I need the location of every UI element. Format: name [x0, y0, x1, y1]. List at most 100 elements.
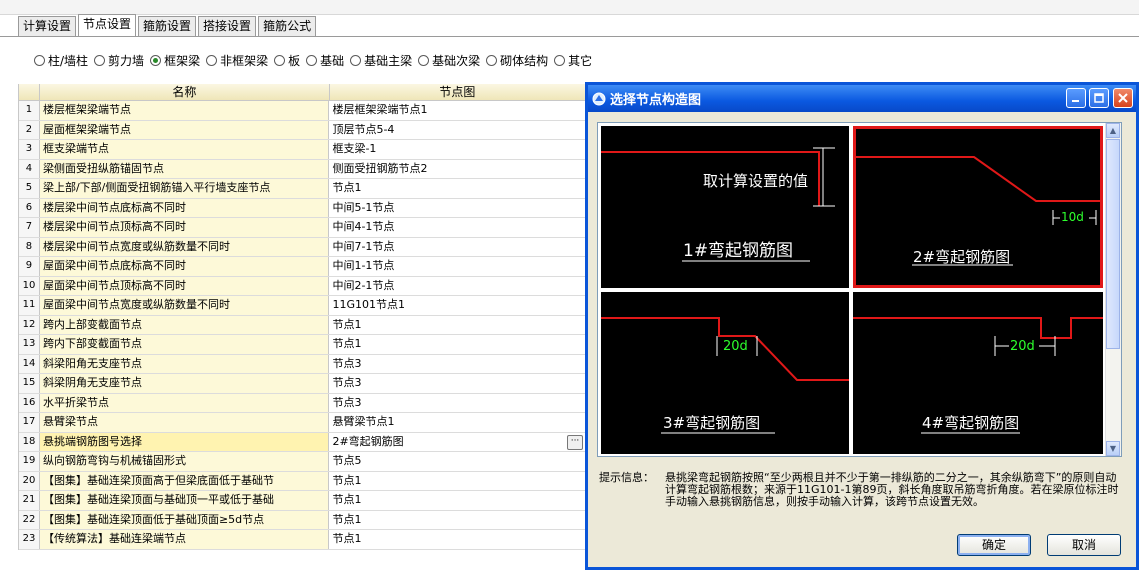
table-row[interactable]: 5 梁上部/下部/侧面受扭钢筋锚入平行墙支座节点 节点1: [19, 179, 585, 199]
scroll-up-arrow-icon[interactable]: ▲: [1106, 123, 1120, 138]
scrollbar-thumb[interactable]: [1106, 139, 1120, 349]
table-row[interactable]: 7 楼层梁中间节点顶标高不同时 中间4-1节点: [19, 218, 585, 238]
table-row[interactable]: 17 悬臂梁节点 悬臂梁节点1: [19, 413, 585, 433]
row-index: 11: [19, 296, 40, 315]
table-row[interactable]: 11 屋面梁中间节点宽度或纵筋数量不同时 11G101节点1: [19, 296, 585, 316]
cancel-button[interactable]: 取消: [1047, 534, 1121, 556]
row-index: 8: [19, 237, 40, 256]
row-node-diagram-cell[interactable]: 节点3: [329, 355, 585, 374]
row-node-diagram-cell[interactable]: 节点1: [329, 491, 585, 510]
gallery-scrollbar[interactable]: ▲ ▼: [1105, 123, 1121, 456]
diagram-2-annotation: 10d: [1061, 210, 1084, 224]
radio-foundation-secondary-beam[interactable]: 基础次梁: [418, 52, 480, 69]
row-node-diagram-value: 中间1-1节点: [332, 259, 395, 272]
row-node-diagram-cell[interactable]: 节点1: [329, 472, 585, 491]
radio-circle: [350, 55, 362, 66]
diagram-cell-4[interactable]: 20d 4#弯起钢筋图: [853, 292, 1103, 454]
radio-column[interactable]: 柱/墙柱: [34, 52, 88, 69]
table-row[interactable]: 15 斜梁阴角无支座节点 节点3: [19, 374, 585, 394]
dialog-titlebar[interactable]: 选择节点构造图: [588, 85, 1136, 112]
diagram-1-annotation: 取计算设置的值: [703, 172, 809, 190]
row-name-cell: 楼层梁中间节点宽度或纵筋数量不同时: [39, 237, 330, 256]
table-row[interactable]: 3 框支梁端节点 框支梁-1: [19, 140, 585, 160]
row-node-diagram-value: 楼层框架梁端节点1: [332, 103, 428, 116]
row-node-diagram-cell[interactable]: 框支梁-1: [329, 140, 585, 159]
table-row[interactable]: 22 【图集】基础连梁顶面低于基础顶面≥5d节点 节点1: [19, 510, 585, 530]
row-node-diagram-cell[interactable]: 顶层节点5-4: [329, 121, 585, 140]
diagram-gallery: 取计算设置的值 1#弯起钢筋图 10d 2#弯起钢筋图 20d 3#弯起钢筋图 …: [597, 122, 1122, 457]
scroll-down-arrow-icon[interactable]: ▼: [1106, 441, 1120, 456]
ellipsis-button[interactable]: ···: [567, 434, 583, 450]
table-row[interactable]: 9 屋面梁中间节点底标高不同时 中间1-1节点: [19, 257, 585, 277]
radio-frame-beam[interactable]: 框架梁: [150, 52, 200, 69]
table-row[interactable]: 1 楼层框架梁端节点 楼层框架梁端节点1: [19, 101, 585, 121]
row-node-diagram-cell[interactable]: 2#弯起钢筋图 ···: [329, 433, 585, 452]
row-name-cell: 【图集】基础连梁顶面与基础顶一平或低于基础: [39, 491, 330, 510]
radio-foundation-main-beam[interactable]: 基础主梁: [350, 52, 412, 69]
diagram-4-caption: 4#弯起钢筋图: [922, 414, 1020, 432]
row-index: 6: [19, 198, 40, 217]
table-row[interactable]: 18 悬挑端钢筋图号选择 2#弯起钢筋图 ···: [19, 432, 585, 452]
radio-foundation[interactable]: 基础: [306, 52, 344, 69]
table-row[interactable]: 8 楼层梁中间节点宽度或纵筋数量不同时 中间7-1节点: [19, 237, 585, 257]
table-row[interactable]: 10 屋面梁中间节点顶标高不同时 中间2-1节点: [19, 276, 585, 296]
minimize-button[interactable]: [1066, 88, 1086, 108]
row-node-diagram-cell[interactable]: 11G101节点1: [329, 296, 585, 315]
diagram-cell-1[interactable]: 取计算设置的值 1#弯起钢筋图: [601, 126, 849, 288]
row-node-diagram-cell[interactable]: 中间7-1节点: [329, 238, 585, 257]
row-node-diagram-cell[interactable]: 中间2-1节点: [329, 277, 585, 296]
table-row[interactable]: 2 屋面框架梁端节点 顶层节点5-4: [19, 120, 585, 140]
table-row[interactable]: 21 【图集】基础连梁顶面与基础顶一平或低于基础 节点1: [19, 491, 585, 511]
row-node-diagram-cell[interactable]: 节点3: [329, 394, 585, 413]
row-node-diagram-value: 节点1: [332, 532, 362, 545]
table-row[interactable]: 19 纵向钢筋弯钩与机械锚固形式 节点5: [19, 452, 585, 472]
ok-button[interactable]: 确定: [957, 534, 1031, 556]
row-name-cell: 屋面梁中间节点底标高不同时: [39, 257, 330, 276]
diagram-cell-2[interactable]: 10d 2#弯起钢筋图: [853, 126, 1103, 288]
close-button[interactable]: [1113, 88, 1133, 108]
row-node-diagram-cell[interactable]: 节点1: [329, 335, 585, 354]
radio-circle: [486, 55, 498, 66]
row-node-diagram-cell[interactable]: 节点1: [329, 530, 585, 549]
row-node-diagram-cell[interactable]: 节点3: [329, 374, 585, 393]
table-row[interactable]: 12 跨内上部变截面节点 节点1: [19, 315, 585, 335]
row-node-diagram-cell[interactable]: 悬臂梁节点1: [329, 413, 585, 432]
row-node-diagram-cell[interactable]: 节点1: [329, 511, 585, 530]
radio-circle: [206, 55, 218, 66]
hint-text: 悬挑梁弯起钢筋按照“至少两根且并不少于第一排纵筋的二分之一，其余纵筋弯下”的原则…: [665, 471, 1119, 508]
table-row[interactable]: 14 斜梁阳角无支座节点 节点3: [19, 354, 585, 374]
radio-non-frame-beam[interactable]: 非框架梁: [206, 52, 268, 69]
row-node-diagram-cell[interactable]: 中间5-1节点: [329, 199, 585, 218]
table-row[interactable]: 23 【传统算法】基础连梁端节点 节点1: [19, 530, 585, 550]
radio-masonry[interactable]: 砌体结构: [486, 52, 548, 69]
table-row[interactable]: 6 楼层梁中间节点底标高不同时 中间5-1节点: [19, 198, 585, 218]
radio-other[interactable]: 其它: [554, 52, 592, 69]
row-node-diagram-value: 节点1: [332, 473, 362, 487]
row-node-diagram-cell[interactable]: 侧面受扭钢筋节点2: [329, 160, 585, 179]
row-index: 16: [19, 393, 40, 412]
tab-node-settings[interactable]: 节点设置: [78, 14, 137, 36]
tab-lap-settings[interactable]: 搭接设置: [198, 16, 257, 36]
row-node-diagram-cell[interactable]: 节点1: [329, 179, 585, 198]
row-node-diagram-cell[interactable]: 中间1-1节点: [329, 257, 585, 276]
hint-info: 提示信息： 悬挑梁弯起钢筋按照“至少两根且并不少于第一排纵筋的二分之一，其余纵筋…: [599, 472, 1119, 508]
diagram-1-caption: 1#弯起钢筋图: [683, 241, 794, 261]
row-node-diagram-cell[interactable]: 楼层框架梁端节点1: [329, 101, 585, 120]
table-row[interactable]: 16 水平折梁节点 节点3: [19, 393, 585, 413]
tab-stirrup-formula[interactable]: 箍筋公式: [258, 16, 317, 36]
tab-calc-settings[interactable]: 计算设置: [18, 16, 77, 36]
diagram-cell-3[interactable]: 20d 3#弯起钢筋图: [601, 292, 849, 454]
radio-slab[interactable]: 板: [274, 52, 300, 69]
maximize-button[interactable]: [1089, 88, 1109, 108]
row-node-diagram-cell[interactable]: 节点5: [329, 452, 585, 471]
table-row[interactable]: 4 梁侧面受扭纵筋锚固节点 侧面受扭钢筋节点2: [19, 159, 585, 179]
tab-stirrup-settings[interactable]: 箍筋设置: [138, 16, 197, 36]
header-node-diagram: 节点图: [439, 85, 476, 99]
row-node-diagram-value: 节点1: [332, 337, 362, 350]
table-row[interactable]: 20 【图集】基础连梁顶面高于但梁底面低于基础节 节点1: [19, 471, 585, 491]
row-node-diagram-cell[interactable]: 中间4-1节点: [329, 218, 585, 237]
hint-label: 提示信息：: [599, 471, 654, 484]
radio-shear-wall[interactable]: 剪力墙: [94, 52, 144, 69]
table-row[interactable]: 13 跨内下部变截面节点 节点1: [19, 335, 585, 355]
row-node-diagram-cell[interactable]: 节点1: [329, 316, 585, 335]
